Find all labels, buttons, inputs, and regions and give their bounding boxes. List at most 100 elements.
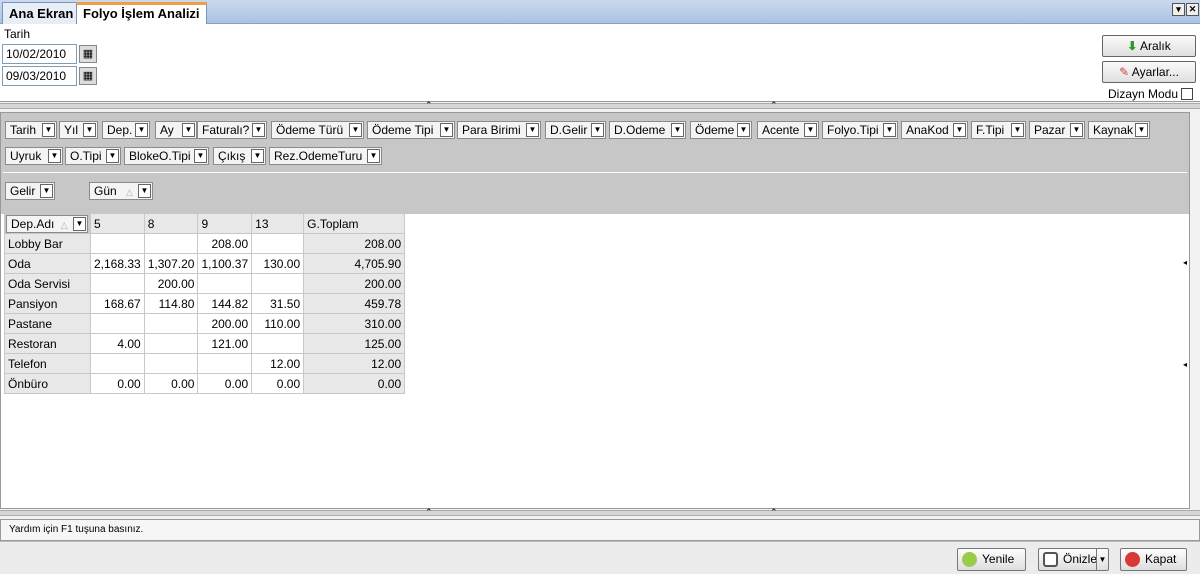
field-button[interactable]: Yıl ▼ xyxy=(59,121,98,139)
field-button[interactable]: Acente ▼ xyxy=(757,121,819,139)
row-header[interactable]: Lobby Bar xyxy=(4,233,91,254)
field-button[interactable]: Tarih ▼ xyxy=(5,121,57,139)
field-button[interactable]: AnaKod ▼ xyxy=(901,121,968,139)
data-cell[interactable] xyxy=(251,233,305,254)
dropdown-arrow-icon[interactable]: ▼ xyxy=(182,123,195,137)
row-header[interactable]: Önbüro xyxy=(4,373,91,394)
field-button[interactable]: Çıkış ▼ xyxy=(213,147,266,165)
row-header[interactable]: Oda Servisi xyxy=(4,273,91,294)
field-button[interactable]: Pazar ▼ xyxy=(1029,121,1085,139)
data-field-button[interactable]: Gelir ▼ xyxy=(5,182,55,200)
settings-button[interactable]: ✎ Ayarlar... xyxy=(1102,61,1196,83)
date-to-field[interactable]: 09/03/2010 xyxy=(2,66,77,86)
row-total-cell[interactable]: 310.00 xyxy=(303,313,406,334)
row-header[interactable]: Pastane xyxy=(4,313,91,334)
dropdown-arrow-icon[interactable]: ▼ xyxy=(1011,123,1024,137)
dropdown-arrow-icon[interactable]: ▼ xyxy=(48,149,61,163)
data-cell[interactable] xyxy=(197,273,253,294)
design-mode-checkbox[interactable] xyxy=(1181,88,1193,100)
collapse-up-icon[interactable]: ⌃ xyxy=(425,508,433,517)
data-cell[interactable] xyxy=(143,353,199,374)
data-cell[interactable] xyxy=(143,333,199,354)
row-field-button[interactable]: Dep.Adı △ ▼ xyxy=(6,214,88,233)
dropdown-arrow-icon[interactable]: ▼ xyxy=(251,149,264,163)
dropdown-arrow-icon[interactable]: ▼ xyxy=(42,123,55,137)
field-button[interactable]: Ödeme Tipi ▼ xyxy=(367,121,455,139)
data-cell[interactable]: 12.00 xyxy=(251,353,305,374)
column-header[interactable]: 9 xyxy=(197,213,253,234)
data-cell[interactable]: 1,307.20 xyxy=(143,253,199,274)
data-cell[interactable] xyxy=(90,313,145,334)
refresh-button[interactable]: Yenile xyxy=(957,548,1026,571)
row-header[interactable]: Telefon xyxy=(4,353,91,374)
dropdown-arrow-icon[interactable]: ▼ xyxy=(252,123,265,137)
dropdown-arrow-icon[interactable]: ▼ xyxy=(804,123,817,137)
data-cell[interactable]: 168.67 xyxy=(90,293,145,314)
data-cell[interactable]: 144.82 xyxy=(197,293,253,314)
data-cell[interactable] xyxy=(251,333,305,354)
row-header[interactable]: Oda xyxy=(4,253,91,274)
data-cell[interactable] xyxy=(143,313,199,334)
dropdown-arrow-icon[interactable]: ▼ xyxy=(73,216,86,231)
data-cell[interactable]: 0.00 xyxy=(90,373,145,394)
dropdown-arrow-icon[interactable]: ▼ xyxy=(671,123,684,137)
dropdown-arrow-icon[interactable]: ▼ xyxy=(440,123,453,137)
row-header[interactable]: Pansiyon xyxy=(4,293,91,314)
data-cell[interactable]: 208.00 xyxy=(197,233,253,254)
calendar-icon[interactable]: ▦ xyxy=(79,45,97,63)
dropdown-arrow-icon[interactable]: ▼ xyxy=(106,149,119,163)
field-button[interactable]: Para Birimi ▼ xyxy=(457,121,541,139)
row-total-cell[interactable]: 125.00 xyxy=(303,333,406,354)
field-button[interactable]: Faturalı? ▼ xyxy=(197,121,267,139)
data-cell[interactable] xyxy=(143,233,199,254)
field-button[interactable]: Dep. ▼ xyxy=(102,121,150,139)
row-total-cell[interactable]: 4,705.90 xyxy=(303,253,406,274)
data-cell[interactable]: 31.50 xyxy=(251,293,305,314)
field-button[interactable]: D.Gelir ▼ xyxy=(545,121,606,139)
date-from-field[interactable]: 10/02/2010 xyxy=(2,44,77,64)
tab-ana-ekran[interactable]: Ana Ekran xyxy=(2,2,81,24)
collapse-left-icon[interactable]: ◂ xyxy=(1183,258,1189,268)
dropdown-arrow-icon[interactable]: ▼ xyxy=(1096,549,1108,570)
dropdown-arrow-icon[interactable]: ▼ xyxy=(526,123,539,137)
collapse-up-icon[interactable]: ⌃ xyxy=(770,508,778,517)
column-header[interactable]: 13 xyxy=(251,213,305,234)
close-button[interactable]: Kapat xyxy=(1120,548,1187,571)
dropdown-arrow-icon[interactable]: ▼ xyxy=(367,149,380,163)
dropdown-arrow-icon[interactable]: ▼ xyxy=(135,123,148,137)
dropdown-arrow-icon[interactable]: ▼ xyxy=(737,123,750,137)
data-cell[interactable]: 200.00 xyxy=(197,313,253,334)
tab-folyo-islem-analizi[interactable]: Folyo İşlem Analizi xyxy=(76,2,207,25)
row-total-cell[interactable]: 12.00 xyxy=(303,353,406,374)
upper-splitter[interactable]: ⌃ ⌃ xyxy=(0,101,1200,110)
column-header[interactable]: 8 xyxy=(143,213,199,234)
row-total-cell[interactable]: 208.00 xyxy=(303,233,406,254)
data-cell[interactable]: 4.00 xyxy=(90,333,145,354)
data-cell[interactable] xyxy=(251,273,305,294)
dropdown-arrow-icon[interactable]: ▼ xyxy=(591,123,604,137)
data-cell[interactable]: 0.00 xyxy=(251,373,305,394)
dropdown-arrow-icon[interactable]: ▼ xyxy=(1070,123,1083,137)
data-cell[interactable]: 121.00 xyxy=(197,333,253,354)
collapse-up-icon[interactable]: ⌃ xyxy=(770,101,778,110)
dropdown-arrow-icon[interactable]: ▼ xyxy=(40,184,53,198)
field-button[interactable]: Ödeme Türü ▼ xyxy=(271,121,364,139)
field-button[interactable]: D.Odeme ▼ xyxy=(609,121,686,139)
lower-splitter[interactable]: ⌃ ⌃ xyxy=(0,508,1200,517)
data-cell[interactable]: 2,168.33 xyxy=(90,253,145,274)
collapse-up-icon[interactable]: ⌃ xyxy=(425,101,433,110)
data-cell[interactable] xyxy=(90,353,145,374)
data-cell[interactable]: 200.00 xyxy=(143,273,199,294)
calendar-icon[interactable]: ▦ xyxy=(79,67,97,85)
field-button[interactable]: Uyruk ▼ xyxy=(5,147,63,165)
dropdown-arrow-icon[interactable]: ▼ xyxy=(194,149,207,163)
dropdown-arrow-icon[interactable]: ▼ xyxy=(883,123,896,137)
row-total-cell[interactable]: 200.00 xyxy=(303,273,406,294)
row-total-cell[interactable]: 0.00 xyxy=(303,373,406,394)
close-icon[interactable]: ✕ xyxy=(1186,3,1199,16)
field-button[interactable]: BlokeO.Tipi ▼ xyxy=(124,147,209,165)
field-button[interactable]: F.Tipi ▼ xyxy=(971,121,1026,139)
collapse-left-icon[interactable]: ◂ xyxy=(1183,360,1189,370)
data-cell[interactable]: 0.00 xyxy=(197,373,253,394)
data-cell[interactable]: 114.80 xyxy=(143,293,199,314)
